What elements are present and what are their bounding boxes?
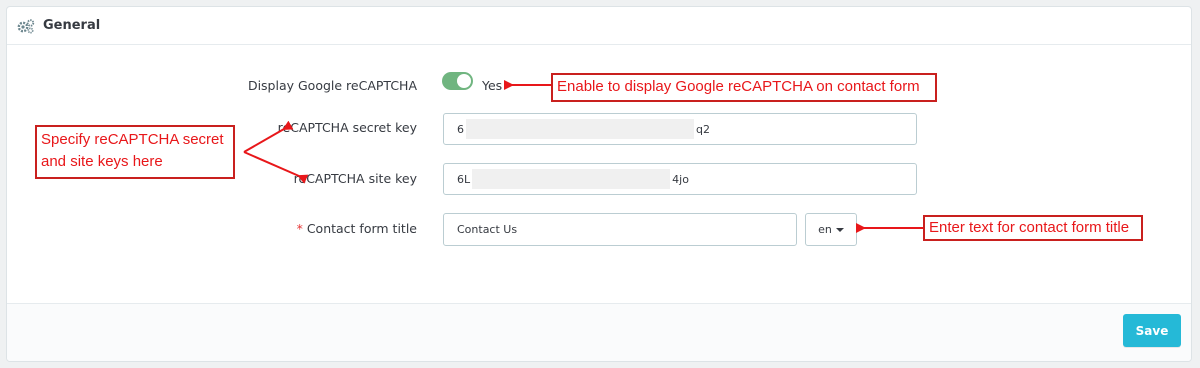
panel-header: General	[7, 7, 1191, 45]
display-recaptcha-label: Display Google reCAPTCHA	[247, 78, 417, 93]
site-key-mask	[472, 169, 671, 189]
contact-title-label: * Contact form title	[297, 221, 417, 236]
gears-icon	[17, 18, 35, 34]
annotation-keys-line2: and site keys here	[41, 153, 163, 170]
contact-title-value: Contact Us	[457, 223, 518, 236]
secret-key-mask	[466, 119, 694, 139]
site-key-value-start: 6L	[457, 172, 471, 186]
save-button[interactable]: Save	[1123, 314, 1181, 347]
annotation-keys-line1: Specify reCAPTCHA secret	[41, 131, 224, 148]
caret-down-icon	[835, 227, 844, 232]
site-key-input[interactable]: 6L 4jo	[443, 163, 917, 195]
language-value: en	[818, 223, 832, 236]
language-dropdown[interactable]: en	[805, 213, 857, 246]
panel-title: General	[43, 18, 101, 33]
secret-key-value-end: q2	[696, 122, 710, 136]
secret-key-value-start: 6	[457, 122, 464, 136]
display-recaptcha-toggle[interactable]	[442, 72, 473, 90]
site-key-value-end: 4jo	[672, 172, 689, 186]
annotation-title: Enter text for contact form title	[923, 215, 1143, 241]
secret-key-label: reCAPTCHA secret key	[277, 120, 417, 135]
panel-footer: Save	[7, 303, 1191, 361]
required-mark: *	[296, 221, 303, 236]
secret-key-input[interactable]: 6 q2	[443, 113, 917, 145]
annotation-keys: Specify reCAPTCHA secret and site keys h…	[35, 125, 235, 179]
contact-title-input[interactable]: Contact Us	[443, 213, 797, 246]
toggle-knob	[457, 74, 471, 88]
contact-title-label-text: Contact form title	[306, 221, 417, 236]
toggle-state-label: Yes	[482, 78, 503, 93]
annotation-enable: Enable to display Google reCAPTCHA on co…	[551, 73, 937, 102]
site-key-label: reCAPTCHA site key	[293, 171, 417, 186]
